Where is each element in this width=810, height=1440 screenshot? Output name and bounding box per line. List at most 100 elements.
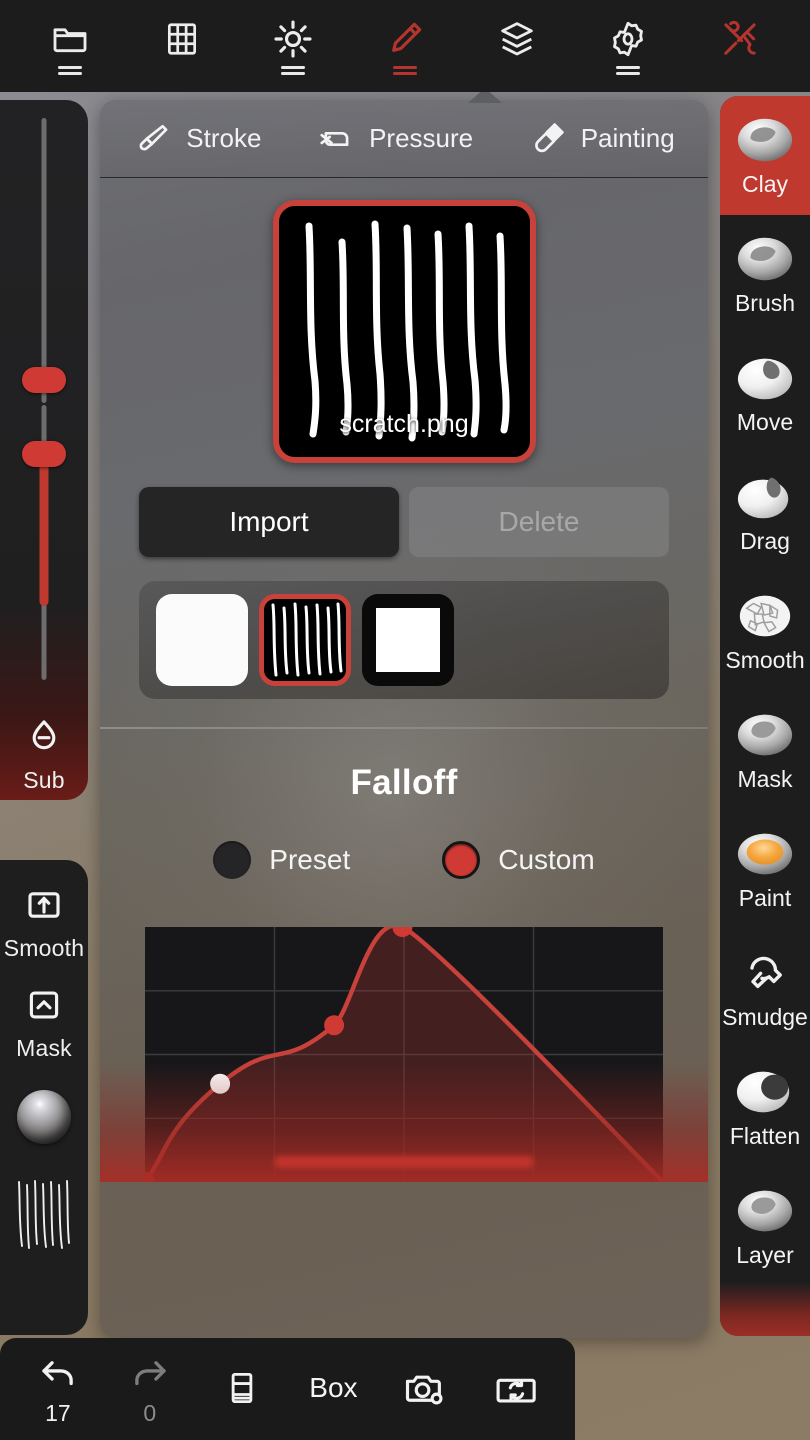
falloff-curve-editor[interactable]: [135, 917, 666, 1192]
toolbar-button-layers[interactable]: [476, 9, 558, 83]
texture-thumb-white[interactable]: [156, 594, 248, 686]
size-slider-knob[interactable]: [22, 367, 66, 394]
tab-painting[interactable]: Painting: [524, 113, 679, 165]
brush-brush-icon: [735, 232, 795, 286]
texture-thumbnail-strip: [139, 581, 669, 699]
texture-preview[interactable]: scratch.png: [272, 200, 536, 463]
top-toolbar: [0, 0, 810, 92]
toolbar-button-lighting[interactable]: [252, 9, 334, 83]
redo-arrow-icon: [129, 1350, 171, 1396]
bottom-toolbar: 17 0 Box: [0, 1338, 575, 1440]
undo-arrow-icon: [37, 1350, 79, 1396]
toolbar-button-tools[interactable]: [699, 9, 781, 83]
falloff-option-preset[interactable]: Preset: [213, 841, 350, 879]
tools-icon: [718, 17, 762, 61]
brush-item-smooth[interactable]: Smooth: [720, 572, 810, 691]
brush-item-clay[interactable]: Clay: [720, 96, 810, 215]
texture-actions: Import Delete: [100, 487, 708, 557]
undo-count: 17: [45, 1399, 71, 1426]
brush-item-drag-label: Drag: [740, 528, 790, 554]
brush-item-flatten-label: Flatten: [729, 1123, 801, 1149]
brush-item-paint[interactable]: Paint: [720, 810, 810, 929]
brush-item-clay-label: Clay: [741, 171, 788, 197]
brush-item-drag[interactable]: Drag: [720, 453, 810, 572]
tab-stroke[interactable]: Stroke: [129, 113, 265, 165]
redo-count: 0: [143, 1399, 157, 1426]
texture-preview-name: scratch.png: [339, 410, 469, 438]
tab-pressure-label: Pressure: [369, 123, 474, 153]
toolbar-button-brush[interactable]: [364, 9, 446, 83]
texture-section: scratch.png Import Delete: [100, 178, 708, 729]
smooth-button-label: Smooth: [3, 935, 85, 961]
falloff-curve-svg[interactable]: [135, 917, 666, 1192]
right-sidebar-brush-list: Clay Brush Move Drag Smooth Mask Paint S…: [720, 96, 810, 1336]
pressure-hand-icon: [316, 119, 356, 159]
size-slider[interactable]: [22, 118, 66, 403]
brush-item-brush[interactable]: Brush: [720, 215, 810, 334]
falloff-custom-radio[interactable]: [442, 841, 481, 879]
falloff-preset-radio[interactable]: [213, 841, 252, 879]
camera-search-button[interactable]: [383, 1365, 467, 1411]
brush-item-move[interactable]: Move: [720, 334, 810, 453]
falloff-section: Falloff Preset Custom: [100, 729, 708, 1192]
falloff-preset-label: Preset: [269, 844, 351, 875]
layer-brush-icon: [735, 1184, 795, 1238]
sub-button-label: Sub: [23, 767, 65, 793]
texture-thumb-scratch[interactable]: [259, 594, 351, 686]
tab-pressure[interactable]: Pressure: [312, 113, 477, 165]
brush-item-paint-label: Paint: [738, 885, 792, 911]
mask-button[interactable]: Mask: [0, 976, 88, 1068]
redo-button[interactable]: 0: [108, 1350, 192, 1427]
app-root: Sub Smooth Mask Clay Brush Move Drag Smo…: [0, 0, 810, 1440]
falloff-handle-2[interactable]: [324, 1015, 345, 1036]
strength-slider-knob[interactable]: [22, 441, 66, 468]
import-button[interactable]: Import: [139, 487, 399, 557]
brush-item-layer[interactable]: Layer: [720, 1167, 810, 1286]
brush-item-smooth-label: Smooth: [725, 647, 805, 673]
left-sidebar-top: Sub: [0, 100, 88, 800]
book-icon: [223, 1365, 261, 1411]
tab-painting-label: Painting: [580, 123, 675, 153]
material-sphere-icon[interactable]: [17, 1090, 71, 1144]
paint-brush-wide-icon: [528, 119, 568, 159]
droplet-minus-icon: [21, 714, 67, 760]
grid-icon: [160, 17, 204, 61]
brush-tip-icon: [133, 119, 173, 159]
toolbar-button-settings[interactable]: [587, 9, 669, 83]
book-button[interactable]: [200, 1365, 284, 1411]
scratch-lines-icon[interactable]: [13, 1178, 75, 1252]
toolbar-dash-settings: [616, 66, 641, 75]
texture-thumb-square[interactable]: [362, 594, 454, 686]
brush-item-flatten[interactable]: Flatten: [720, 1048, 810, 1167]
texture-thumb-square-inner: [376, 608, 440, 672]
toolbar-dash-brush: [392, 66, 417, 75]
smooth-brush-icon: [735, 589, 795, 643]
sun-icon: [271, 17, 315, 61]
undo-button[interactable]: 17: [16, 1350, 100, 1427]
brush-settings-panel: Stroke Pressure Painting scratch.png Imp…: [100, 100, 708, 1338]
falloff-option-custom[interactable]: Custom: [442, 841, 595, 879]
pencil-icon: [383, 17, 427, 61]
brush-list-overflow-indicator: [720, 1282, 810, 1336]
brush-item-mask[interactable]: Mask: [720, 691, 810, 810]
box-button[interactable]: Box: [291, 1372, 375, 1404]
strength-slider-fill: [39, 454, 49, 606]
brush-item-brush-label: Brush: [734, 290, 796, 316]
camera-flip-icon: [494, 1365, 540, 1411]
toolbar-button-grid[interactable]: [141, 9, 223, 83]
brush-item-smudge[interactable]: Smudge: [720, 929, 810, 1048]
smooth-button[interactable]: Smooth: [0, 876, 88, 968]
flatten-brush-icon: [735, 1065, 795, 1119]
camera-search-icon: [402, 1365, 448, 1411]
toolbar-button-files[interactable]: [29, 9, 111, 83]
falloff-mode-options: Preset Custom: [100, 841, 708, 879]
falloff-custom-label: Custom: [498, 844, 595, 875]
mask-button-label: Mask: [16, 1035, 72, 1061]
delete-button: Delete: [409, 487, 669, 557]
sub-button[interactable]: Sub: [0, 708, 88, 800]
strength-slider[interactable]: [22, 404, 66, 680]
falloff-handle-1[interactable]: [210, 1073, 231, 1094]
panel-tabs: Stroke Pressure Painting: [100, 100, 708, 178]
camera-flip-button[interactable]: [475, 1365, 559, 1411]
box-up-arrow-icon: [21, 882, 67, 928]
